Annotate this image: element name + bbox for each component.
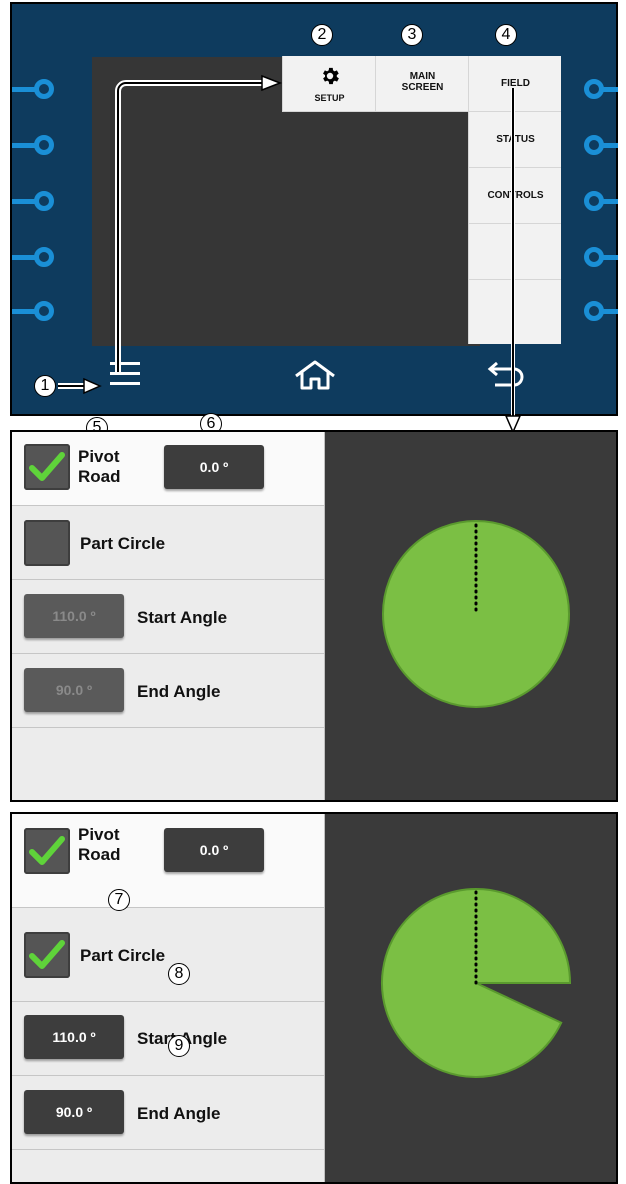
part-circle-row: Part Circle bbox=[12, 506, 324, 580]
callout-9: 9 bbox=[168, 1035, 190, 1057]
pivot-road-label: Pivot Road bbox=[78, 447, 121, 486]
callout-3: 3 bbox=[401, 24, 423, 46]
port-connector bbox=[600, 87, 618, 92]
settings-list: Pivot Road 0.0 º Part Circle 110.0 º Sta… bbox=[12, 432, 325, 800]
main-screen-button[interactable]: MAIN SCREEN bbox=[375, 56, 468, 112]
menu-empty-slot bbox=[468, 224, 561, 280]
home-icon[interactable] bbox=[293, 360, 337, 390]
back-arrow-icon[interactable] bbox=[485, 361, 525, 391]
start-angle-value-button[interactable]: 110.0 º bbox=[24, 1015, 124, 1059]
status-label: STATUS bbox=[496, 134, 535, 145]
checkmark-icon bbox=[29, 452, 65, 481]
status-menu-item[interactable]: STATUS bbox=[468, 112, 561, 168]
port-icon bbox=[34, 301, 54, 321]
port-icon bbox=[34, 135, 54, 155]
callout-7: 7 bbox=[108, 889, 130, 911]
end-angle-value-button[interactable]: 90.0 º bbox=[24, 1090, 124, 1134]
controls-label: CONTROLS bbox=[487, 190, 544, 201]
pivot-road-checkbox[interactable] bbox=[24, 828, 70, 874]
pivot-road-row: Pivot Road 0.0 º bbox=[12, 432, 324, 506]
pivot-road-value-button[interactable]: 0.0 º bbox=[164, 828, 264, 872]
pivot-road-row: Pivot Road 0.0 º bbox=[12, 814, 324, 908]
checkmark-icon bbox=[29, 836, 65, 865]
checkmark-icon bbox=[29, 940, 65, 969]
field-label: FIELD bbox=[501, 78, 530, 89]
field-circle-graphic bbox=[381, 888, 572, 1078]
end-angle-row: 90.0 º End Angle bbox=[12, 1076, 324, 1150]
pivot-road-value-button[interactable]: 0.0 º bbox=[164, 445, 264, 489]
part-circle-label: Part Circle bbox=[80, 946, 166, 965]
setup-button[interactable]: SETUP bbox=[282, 56, 375, 112]
pivot-road-checkbox[interactable] bbox=[24, 444, 70, 490]
end-angle-label: End Angle bbox=[137, 1104, 221, 1123]
callout-8: 8 bbox=[168, 963, 190, 985]
part-circle-checkbox[interactable] bbox=[24, 520, 70, 566]
menu-empty-slot bbox=[468, 280, 561, 344]
end-angle-row: 90.0 º End Angle bbox=[12, 654, 324, 728]
port-connector bbox=[600, 199, 618, 204]
part-circle-checkbox[interactable] bbox=[24, 932, 70, 978]
port-icon bbox=[34, 247, 54, 267]
field-menu-item[interactable]: FIELD bbox=[468, 56, 561, 112]
port-connector bbox=[600, 309, 618, 314]
hamburger-menu-icon[interactable] bbox=[110, 361, 140, 387]
start-angle-row: 110.0 º Start Angle bbox=[12, 580, 324, 654]
part-circle-label: Part Circle bbox=[80, 534, 166, 553]
port-connector bbox=[600, 255, 618, 260]
end-angle-label: End Angle bbox=[137, 682, 221, 701]
field-circle-graphic bbox=[382, 520, 570, 708]
setup-label: SETUP bbox=[314, 93, 345, 103]
callout-4: 4 bbox=[495, 24, 517, 46]
callout-2: 2 bbox=[311, 24, 333, 46]
port-connector bbox=[600, 143, 618, 148]
start-angle-row: 110.0 º Start Angle bbox=[12, 1002, 324, 1076]
field-settings-panel-after: Pivot Road 0.0 º Part Circle 110.0 º Sta… bbox=[10, 812, 618, 1184]
controls-menu-item[interactable]: CONTROLS bbox=[468, 168, 561, 224]
main-screen-label: MAIN SCREEN bbox=[401, 71, 444, 93]
gear-icon bbox=[323, 67, 339, 85]
port-icon bbox=[34, 79, 54, 99]
start-angle-label: Start Angle bbox=[137, 608, 228, 627]
callout-1: 1 bbox=[34, 375, 56, 397]
device-display: SETUP MAIN SCREEN FIELD STATUS CONTROLS bbox=[10, 2, 618, 416]
part-circle-row: Part Circle bbox=[12, 908, 324, 1002]
port-icon bbox=[34, 191, 54, 211]
pivot-road-label: Pivot Road bbox=[78, 825, 121, 864]
end-angle-value-button: 90.0 º bbox=[24, 668, 124, 712]
settings-list: Pivot Road 0.0 º Part Circle 110.0 º Sta… bbox=[12, 814, 325, 1182]
field-settings-panel-before: Pivot Road 0.0 º Part Circle 110.0 º Sta… bbox=[10, 430, 618, 802]
start-angle-value-button: 110.0 º bbox=[24, 594, 124, 638]
